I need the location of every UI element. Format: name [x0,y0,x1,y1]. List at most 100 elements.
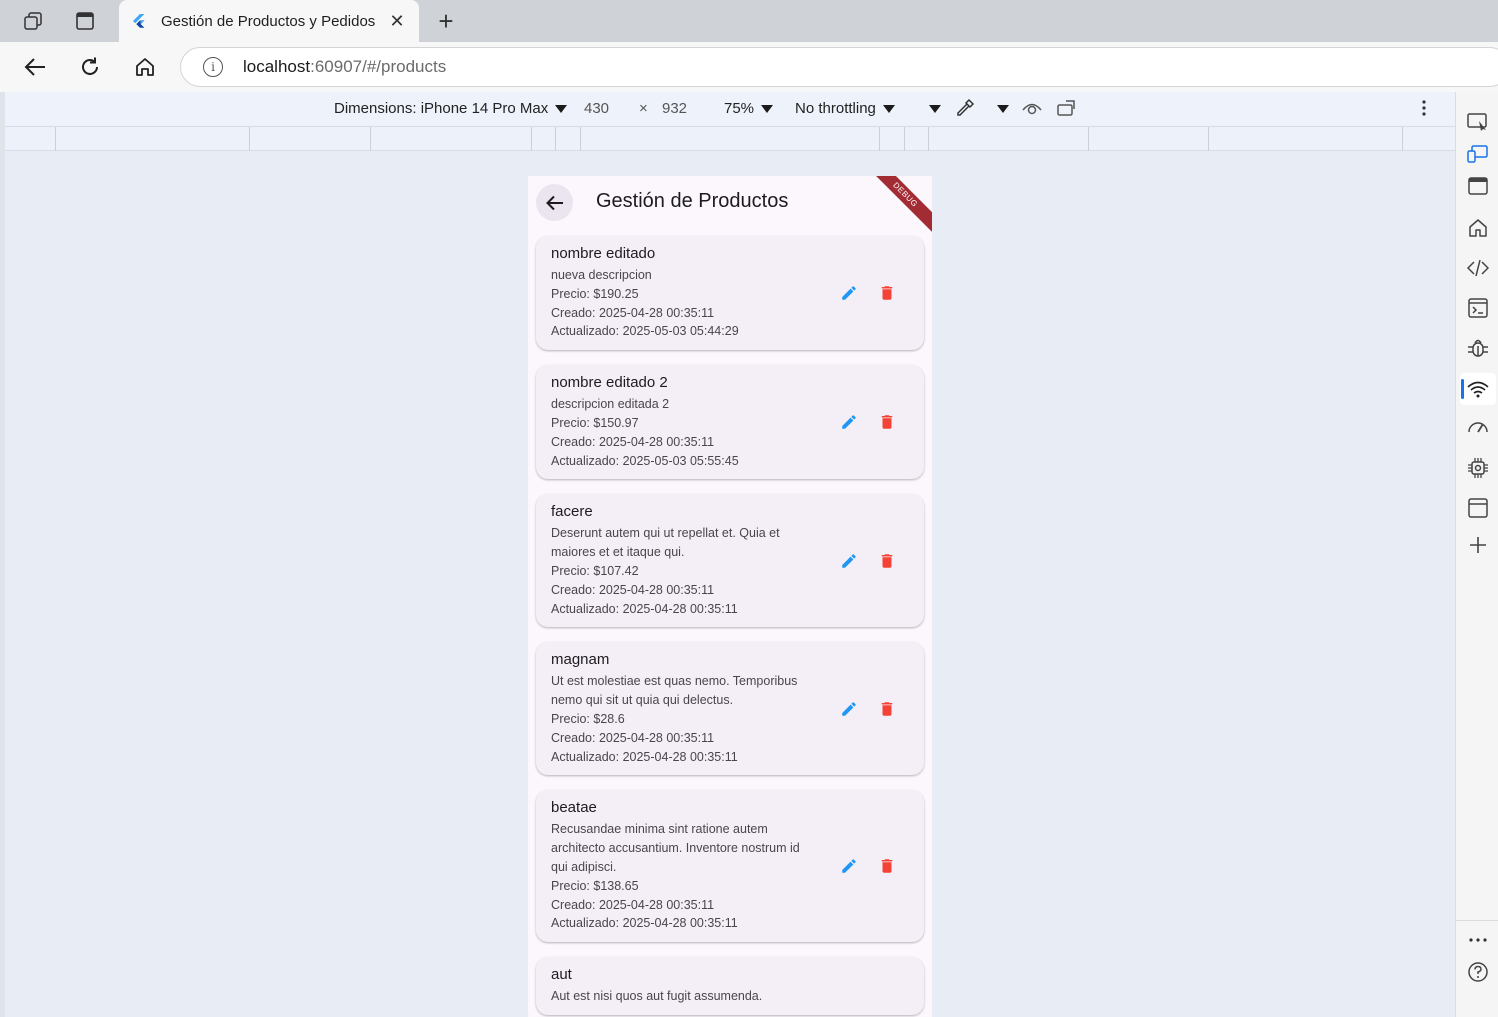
console-icon[interactable] [1465,295,1491,321]
page-title: Gestión de Productos [596,190,789,212]
help-icon[interactable] [1465,959,1491,985]
product-name: facere [551,503,593,521]
chevron-down-icon [555,105,568,114]
back-button[interactable] [536,184,573,221]
card-actions [838,411,898,433]
edit-icon[interactable] [838,698,860,720]
card-actions [838,282,898,304]
app-screen: Gestión de Productos DEBUG nombre editad… [528,176,932,1017]
product-detail: Actualizado: 2025-04-28 00:35:11 [551,916,738,931]
card-actions [838,855,898,877]
performance-icon[interactable] [1465,415,1491,441]
delete-icon[interactable] [876,282,898,304]
product-detail: nueva descripcion [551,268,652,282]
memory-chip-icon[interactable] [1465,455,1491,481]
zoom-label: 75% [724,100,755,117]
product-detail: Actualizado: 2025-05-03 05:55:45 [551,453,739,468]
product-detail: descripcion editada 2 [551,397,670,412]
product-card: nombre editado nueva descripcion Precio: $… [536,236,924,351]
tab-title: Gestión de Productos y Pedidos [161,12,376,30]
more-options-dropdown[interactable] [922,100,941,117]
application-icon[interactable] [1465,495,1491,521]
devtools-side-panel [1455,92,1498,1017]
throttling-label: No throttling [795,100,876,117]
app-bar: Gestión de Productos DEBUG [528,176,932,239]
tab-active[interactable]: Gestión de Productos y Pedidos ✕ [119,0,419,42]
rotate-icon[interactable] [1056,99,1078,121]
product-detail: Creado: 2025-04-28 00:35:11 [551,305,715,320]
product-detail: Ut est molestiae est quas nemo. Temporib… [551,674,798,708]
product-detail: Precio: $190.25 [551,286,639,301]
inspect-icon[interactable] [1465,109,1491,135]
product-name: nombre editado [551,245,656,262]
product-name: magnam [551,651,610,669]
more-horizontal-icon[interactable] [1465,927,1491,953]
product-card: nombre editado 2 descripcion editada 2 Pre… [536,365,924,480]
new-tab-button[interactable]: + [432,6,460,36]
card-actions [838,550,898,572]
active-tool-indicator [1461,379,1464,399]
product-card: magnam Ut est molestiae est quas nemo. Te… [536,642,924,776]
workspaces-icon[interactable] [17,6,49,36]
more-vert-icon[interactable] [1421,98,1427,122]
back-icon[interactable] [20,52,50,82]
product-name: aut [551,966,572,984]
emulated-viewport: Gestión de Productos DEBUG nombre editad… [5,151,1455,1017]
media-query-ruler [5,127,1455,151]
debug-banner: DEBUG [861,176,932,239]
product-detail: Actualizado: 2025-04-28 00:35:11 [551,601,738,616]
home-icon[interactable] [1465,215,1491,241]
edit-icon[interactable] [838,411,860,433]
product-detail: Creado: 2025-04-28 00:35:11 [551,730,715,745]
delete-icon[interactable] [876,550,898,572]
product-detail: Precio: $150.97 [551,415,639,430]
product-detail: Actualizado: 2025-04-28 00:35:11 [551,749,738,764]
dimension-times: × [639,100,648,117]
delete-icon[interactable] [876,411,898,433]
side-panel-divider [1456,920,1498,921]
flutter-icon [131,13,147,29]
product-detail: Precio: $107.42 [551,563,639,578]
edit-icon[interactable] [838,855,860,877]
chevron-down-icon [929,105,941,114]
product-name: beatae [551,799,597,817]
card-actions [838,698,898,720]
product-detail: Precio: $138.65 [551,878,639,893]
home-icon[interactable] [130,52,160,82]
device-emulation-icon[interactable] [1465,141,1491,167]
throttling-select[interactable]: No throttling [795,100,895,117]
tab-close-icon[interactable]: ✕ [387,11,407,32]
edit-icon[interactable] [838,550,860,572]
product-detail: Aut est nisi quos aut fugit assumenda. [551,989,763,1004]
height-input[interactable]: 932 [662,100,687,117]
delete-icon[interactable] [876,698,898,720]
product-card: beatae Recusandae minima sint ratione aut… [536,790,924,943]
chevron-down-icon [997,105,1009,114]
product-card: aut Aut est nisi quos aut fugit assumenda… [536,957,924,1015]
bug-icon[interactable] [1465,335,1491,361]
url-path: :60907/#/products [310,57,447,76]
network-wifi-icon[interactable] [1465,376,1491,402]
welcome-icon[interactable] [1465,173,1491,199]
zoom-select[interactable]: 75% [724,100,774,117]
tab-actions-icon[interactable] [69,6,101,36]
product-detail: Deserunt autem qui ut repellat et. Quia … [551,526,780,560]
chevron-down-icon [882,105,895,114]
edit-icon[interactable] [838,282,860,304]
product-detail: Creado: 2025-04-28 00:35:11 [551,897,715,912]
dimensions-label: Dimensions: iPhone 14 Pro Max [334,100,549,117]
eyedropper-icon[interactable] [955,98,975,122]
product-detail: Precio: $28.6 [551,711,625,726]
sensors-dropdown[interactable] [990,100,1009,117]
vision-deficiency-icon[interactable] [1021,99,1043,121]
width-input[interactable]: 430 [584,100,609,117]
delete-icon[interactable] [876,855,898,877]
refresh-icon[interactable] [75,52,105,82]
add-tool-icon[interactable] [1465,532,1491,558]
chevron-down-icon [761,105,774,114]
site-info-icon[interactable]: i [203,57,223,77]
elements-icon[interactable] [1465,255,1491,281]
address-bar[interactable]: i localhost:60907/#/products [180,47,1498,87]
product-list: nombre editado nueva descripcion Precio: $… [536,236,924,1017]
dimensions-select[interactable]: Dimensions: iPhone 14 Pro Max [334,100,568,117]
